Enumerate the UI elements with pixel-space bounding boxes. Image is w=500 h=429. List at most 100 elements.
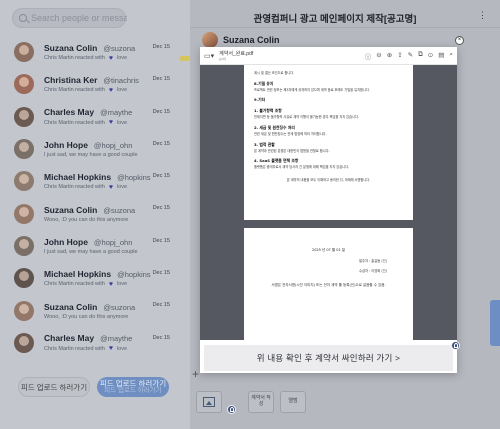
chat-list-item[interactable]: Suzana Colin @suzona Wooo, :D you can do t… [6, 197, 184, 229]
chat-preview-text: I just sad, we may have a good couple [44, 248, 138, 255]
avatar [14, 235, 34, 256]
chat-list-item[interactable]: Charles May @maythe Chris Martin reacted w… [6, 327, 184, 359]
party-client: 발주자 : 홍길동 (인) [358, 259, 387, 263]
avatar [14, 74, 34, 95]
chat-list-item[interactable]: John Hope @hopj_ohn I just sad, we may hav… [6, 133, 184, 165]
chat-name: Suzana Colin [44, 301, 98, 312]
chat-preview: Chris Martin reacted with ♥ love [44, 119, 184, 126]
zoom-out-icon[interactable]: ⊖ [376, 51, 381, 61]
chat-preview-text: Chris Martin reacted with [44, 281, 105, 288]
outgoing-message-bubble[interactable] [490, 300, 500, 346]
form-icon[interactable]: ▤ [438, 51, 444, 61]
chat-preview: Chris Martin reacted with ♥ love [44, 345, 184, 352]
reaction-label: love [116, 55, 128, 62]
avatar[interactable] [202, 32, 218, 48]
zoom-in-icon[interactable]: ⊕ [387, 51, 392, 61]
pdf-viewport[interactable]: 계시 및 결산 조건으로 합니다. 8.기밀 유지 프로젝트 관련 정보는 제3… [200, 65, 457, 340]
image-icon [203, 397, 215, 407]
chat-list-item[interactable]: Christina Ker @tinachris Chris Martin reac… [6, 68, 184, 100]
avatar [14, 300, 34, 321]
plus-icon[interactable]: + [192, 367, 199, 381]
close-icon[interactable]: × [455, 36, 464, 45]
pdf-page-1: 계시 및 결산 조건으로 합니다. 8.기밀 유지 프로젝트 관련 정보는 제3… [244, 65, 413, 220]
chat-handle: @hopkins [117, 172, 151, 182]
reaction-label: love [116, 281, 128, 288]
section-body: 프로젝트 관련 정보는 제3자에게 공개하지 않으며 계약 종료 후에도 기밀을… [254, 87, 370, 92]
chat-name: John Hope [44, 140, 88, 151]
chat-date: Dec 15 [152, 44, 170, 50]
reaction-label: love [116, 87, 128, 94]
contract-write-button[interactable]: 계약서 작성 [248, 391, 274, 413]
sidebar-toggle-icon[interactable]: ▭▾ [204, 52, 214, 60]
chat-sidebar: Suzana Colin @suzona Chris Martin reacted … [0, 0, 190, 429]
subsection-title: 1. 불가항력 조항 [254, 108, 282, 114]
sign-contract-label: 위 내용 확인 후 계약서 싸인하러 가기 > [256, 353, 401, 363]
chat-list-item[interactable]: Michael Hopkins @hopkins Chris Martin reac… [6, 262, 184, 294]
avatar [14, 203, 34, 224]
album-label: 앨범 [288, 398, 298, 405]
search-input[interactable] [31, 13, 127, 23]
chat-list-item[interactable]: John Hope @hopj_ohn I just sad, we may hav… [6, 230, 184, 262]
image-attach-button[interactable] [196, 391, 222, 413]
chat-date: Dec 15 [152, 173, 170, 180]
reaction-label: love [116, 345, 128, 352]
album-button[interactable]: 앨범 [280, 391, 306, 413]
signature-date: 2025 년 07 월 01 일 [311, 248, 346, 252]
chat-preview-text: Wooo, :D you can do this anymore [44, 216, 129, 223]
pen-icon[interactable]: ✎ [408, 51, 413, 61]
avatar [14, 106, 34, 127]
feed-upload-button[interactable]: 피드 업로드 하러가기 [18, 377, 90, 397]
chat-preview-text: Chris Martin reacted with [44, 184, 105, 191]
chat-preview-text: Wooo, :D you can do this anymore [44, 313, 129, 320]
message-sender: Suzana Colin [202, 32, 280, 48]
chat-name: Charles May [44, 107, 95, 118]
signature-note: 서명은 전자서명(시인 이미지) 또는 전자 계약 툴 등록(인)으로 갈음할 … [271, 283, 386, 287]
chat-date: Dec 15 [152, 205, 170, 212]
chat-preview: Chris Martin reacted with ♥ love [44, 281, 184, 288]
section-title: 8.기밀 유지 [254, 80, 274, 86]
chat-preview: I just sad, we may have a good couple [44, 249, 184, 255]
pdf-toolbar-icons: ⓘ ⊖ ⊕ ⇪ ✎ ⧉ ⊙ ▤ ⌕ [365, 51, 453, 61]
chat-name: Christina Ker [44, 74, 98, 85]
file-meta: 계약서_완료.pdf (pdf) [219, 50, 253, 61]
chat-preview-text: Chris Martin reacted with [44, 119, 105, 126]
chat-name: Suzana Colin [44, 42, 98, 53]
markup-icon[interactable]: ⊙ [428, 51, 433, 61]
search-icon[interactable]: ⌕ [449, 51, 453, 61]
feed-upload-active-label-shadow: 피드 업로드 하러가기 [104, 386, 162, 394]
search-icon [19, 14, 27, 22]
chat-list-item[interactable]: Charles May @maythe Chris Martin reacted w… [6, 101, 184, 133]
heart-icon: ♥ [108, 86, 113, 94]
chat-list-item[interactable]: Suzana Colin @suzona Wooo, :D you can do t… [6, 294, 184, 326]
share-icon[interactable]: ⇪ [397, 51, 402, 61]
chat-handle: @suzona [103, 205, 136, 215]
chat-name: Michael Hopkins [44, 171, 112, 182]
closing-statement: 본 계약의 내용을 모두 이해하고 동의한 뒤, 아래에 서명합니다. [286, 177, 371, 182]
info-icon[interactable]: ⓘ [365, 51, 372, 61]
chat-date: Dec 15 [152, 76, 170, 83]
chat-list-item[interactable]: Michael Hopkins @hopkins Chris Martin reac… [6, 165, 184, 197]
chat-preview: Chris Martin reacted with ♥ love [44, 55, 184, 62]
sign-contract-button[interactable]: 위 내용 확인 후 계약서 싸인하러 가기 > [204, 345, 453, 371]
chat-date: Dec 15 [152, 270, 170, 277]
pdf-toolbar: ▭▾ 계약서_완료.pdf (pdf) ⓘ ⊖ ⊕ ⇪ ✎ ⧉ ⊙ ▤ ⌕ [200, 47, 457, 65]
chat-date: Dec 15 [152, 302, 170, 309]
feed-upload-active-button[interactable]: 피드 업로드 하러가기 피드 업로드 하러가기 [97, 377, 169, 397]
subsection-body: 본 계약과 관련된 분쟁은 대한민국 법원을 관할로 합니다. [254, 148, 330, 153]
search-box[interactable] [12, 8, 127, 28]
chat-list: Suzana Colin @suzona Chris Martin reacted … [6, 36, 190, 359]
chat-preview-text: Chris Martin reacted with [44, 345, 105, 352]
chat-list-item[interactable]: Suzana Colin @suzona Chris Martin reacted … [6, 36, 190, 68]
more-dots-icon[interactable]: ⋮ [478, 10, 488, 21]
chat-preview: I just sad, we may have a good couple [44, 152, 184, 158]
subsection-body: 플랫폼은 중개자로서 계약 당사자 간 분쟁에 대해 책임을 지지 않습니다. [254, 165, 350, 170]
chat-date: Dec 15 [152, 334, 170, 341]
subsection-title: 3. 법적 관할 [254, 141, 275, 147]
crop-icon[interactable]: ⧉ [418, 51, 423, 61]
chat-preview-text: Chris Martin reacted with [44, 87, 105, 94]
subsection-body: 관련 세금 및 원천징수는 관계 법령에 따라 처리합니다. [254, 131, 327, 136]
subsection-body: 천재지변 등 불가항력 사유로 계약 이행이 불가능한 경우 책임을 지지 않습… [254, 115, 359, 120]
chat-name: Michael Hopkins [44, 268, 112, 279]
chat-handle: @hopj_ohn [93, 237, 133, 247]
chat-handle: @hopkins [117, 269, 151, 279]
